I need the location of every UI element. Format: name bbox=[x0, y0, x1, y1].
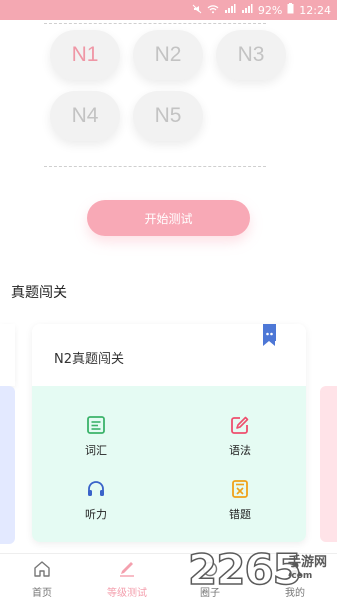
watermark-url: .com bbox=[288, 571, 313, 581]
level-button-n5[interactable]: N5 bbox=[133, 91, 203, 141]
tab-home-label: 首页 bbox=[32, 588, 52, 599]
status-bar: 92% 12:24 bbox=[0, 0, 337, 20]
status-icons: 92% 12:24 bbox=[192, 3, 331, 17]
level-button-n2[interactable]: N2 bbox=[133, 30, 203, 80]
level-button-n4[interactable]: N4 bbox=[50, 91, 120, 141]
headphones-icon bbox=[85, 478, 107, 500]
signal-icon bbox=[241, 3, 253, 17]
signal-4g-icon bbox=[224, 3, 236, 17]
watermark-number: 2265 bbox=[187, 544, 302, 595]
grammar-edit-icon bbox=[229, 414, 251, 436]
divider-bottom bbox=[44, 166, 266, 167]
level-button-n1[interactable]: N1 bbox=[50, 30, 120, 80]
next-card[interactable] bbox=[320, 386, 337, 542]
tab-level-test-label: 等级测试 bbox=[107, 588, 147, 599]
prev-card-header bbox=[0, 324, 15, 386]
section-title: 真题闯关 bbox=[11, 285, 67, 301]
prev-card[interactable] bbox=[0, 386, 15, 544]
listening-button[interactable]: 听力 bbox=[51, 478, 141, 522]
tab-level-test[interactable]: 等级测试 bbox=[97, 560, 157, 599]
battery-icon bbox=[287, 3, 294, 17]
grammar-button[interactable]: 语法 bbox=[195, 414, 285, 458]
grammar-label: 语法 bbox=[229, 444, 251, 457]
watermark-logo: 2265 手游网 .com bbox=[187, 544, 337, 597]
watermark-cn: 手游网 bbox=[288, 555, 328, 570]
exam-card: N2真题闯关 词汇 语法 听力 错题 bbox=[32, 324, 306, 542]
exam-card-title: N2真题闯关 bbox=[54, 352, 124, 367]
mistakes-icon bbox=[229, 478, 251, 500]
vocabulary-icon bbox=[85, 414, 107, 436]
level-test-icon bbox=[118, 560, 136, 581]
vocabulary-button[interactable]: 词汇 bbox=[51, 414, 141, 458]
bookmark-icon bbox=[263, 324, 276, 346]
mistakes-button[interactable]: 错题 bbox=[195, 478, 285, 522]
vocabulary-label: 词汇 bbox=[85, 444, 107, 457]
level-button-n3[interactable]: N3 bbox=[216, 30, 286, 80]
start-test-button[interactable]: 开始测试 bbox=[87, 200, 250, 236]
exam-card-header: N2真题闯关 bbox=[32, 324, 306, 386]
wifi-icon bbox=[207, 4, 219, 17]
clock: 12:24 bbox=[299, 3, 331, 17]
home-icon bbox=[33, 560, 51, 581]
divider-top bbox=[44, 23, 266, 24]
exam-card-body: 词汇 语法 听力 错题 bbox=[32, 386, 306, 542]
mistakes-label: 错题 bbox=[229, 508, 251, 521]
tab-home[interactable]: 首页 bbox=[12, 560, 72, 599]
listening-label: 听力 bbox=[85, 508, 107, 521]
battery-percent: 92% bbox=[257, 3, 283, 17]
mute-icon bbox=[192, 4, 202, 17]
